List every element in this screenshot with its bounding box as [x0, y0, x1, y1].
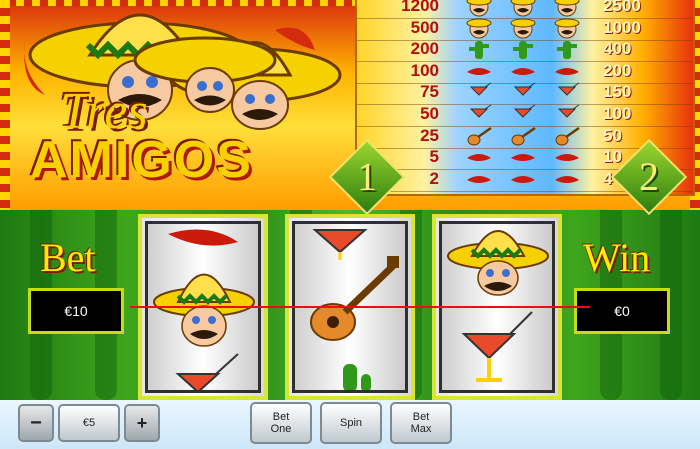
paytable-row: 500 1000	[357, 18, 693, 41]
bet-max-label-2: Max	[410, 423, 432, 435]
amigo-icon	[554, 0, 580, 17]
paytable-symbols	[449, 39, 597, 61]
win-display: €0	[574, 288, 670, 334]
cocktail-icon	[469, 104, 492, 118]
bet-max-label-1: Bet	[412, 411, 430, 423]
pepper-icon	[467, 67, 491, 75]
paytable-symbols	[449, 0, 597, 18]
paytable-symbols	[449, 147, 597, 169]
coin-value-display: €5	[58, 404, 120, 442]
paytable-line1-payout: 500	[410, 17, 439, 37]
amigo-icon	[153, 273, 255, 347]
pepper-icon	[555, 175, 579, 183]
guitar-icon	[511, 126, 536, 146]
paytable-line1-payout: 1200	[401, 0, 439, 15]
cocktail-icon	[469, 82, 492, 97]
amigo-icon	[554, 18, 580, 39]
cocktail-icon	[513, 82, 536, 97]
guitar-icon	[467, 126, 492, 146]
amigo-icon	[466, 0, 492, 17]
decrease-coin-button[interactable]: −	[18, 404, 54, 442]
cactus-icon	[557, 41, 577, 60]
coin-value-label: €5	[82, 417, 96, 429]
plus-icon: +	[136, 413, 148, 433]
cactus-icon	[343, 364, 371, 390]
spin-button[interactable]: Spin	[320, 402, 382, 444]
pepper-icon	[555, 67, 579, 75]
paytable-line1-payout: 100	[410, 60, 439, 80]
paytable-row: 200 400	[357, 39, 693, 63]
paytable-line2-payout: 1000	[603, 17, 641, 37]
bet-one-label-1: Bet	[272, 411, 290, 423]
minus-icon: −	[30, 412, 42, 434]
paytable-symbols	[449, 104, 597, 126]
cocktail-icon	[175, 353, 239, 390]
win-label: Win	[583, 235, 651, 280]
guitar-icon	[555, 126, 580, 146]
guitar-icon	[310, 256, 399, 341]
amigo-icon	[510, 0, 536, 17]
paytable-line1-payout: 75	[420, 82, 439, 102]
cactus-icon	[513, 41, 533, 60]
amigo-icon	[447, 230, 549, 296]
bet-label: Bet	[40, 235, 96, 280]
pepper-icon	[511, 175, 535, 183]
amigo-icon	[466, 18, 492, 39]
paytable-symbols	[449, 169, 597, 191]
bet-max-button[interactable]: Bet Max	[390, 402, 452, 444]
paytable-symbols	[449, 126, 597, 148]
bet-one-label-2: One	[270, 423, 292, 435]
paytable-line2-payout: 400	[603, 39, 632, 59]
pepper-icon	[511, 154, 535, 162]
amigo-icon	[510, 18, 536, 39]
bet-display: €10	[28, 288, 124, 334]
pepper-icon	[511, 67, 535, 75]
cocktail-icon	[513, 104, 536, 118]
header-border-left	[0, 0, 10, 210]
cocktail-icon	[461, 311, 533, 382]
cocktail-icon	[557, 104, 580, 118]
paytable-line2-payout: 100	[603, 104, 632, 123]
paytable-line1-payout: 50	[420, 104, 439, 123]
paytable-row: 1200 2500	[357, 0, 693, 19]
game-logo: Tres AMIGOS	[20, 0, 350, 210]
paytable-symbols	[449, 82, 597, 104]
paytable-line2-payout: 2500	[603, 0, 641, 15]
paytable-line2-payout: 150	[603, 82, 632, 102]
line-one-label: 1	[357, 154, 377, 199]
cocktail-icon	[557, 82, 580, 97]
control-bar: − €5 + Bet One Spin Bet Max	[0, 400, 700, 449]
pepper-icon	[467, 175, 491, 183]
game-header: Tres AMIGOS 1200 2500 500 1000 200 400 100 200 7…	[0, 0, 700, 216]
pepper-icon	[467, 154, 491, 162]
paytable-row: 75 150	[357, 82, 693, 106]
payline	[130, 306, 590, 308]
spin-label: Spin	[339, 417, 363, 429]
paytable-line1-payout: 200	[410, 39, 439, 59]
pepper-icon	[168, 229, 238, 246]
paytable-symbols	[449, 61, 597, 83]
paytable-row: 50 100	[357, 104, 693, 127]
paytable-symbols	[449, 18, 597, 40]
line-two-label: 2	[639, 154, 659, 199]
pepper-icon	[555, 154, 579, 162]
paytable-row: 100 200	[357, 61, 693, 84]
paytable-line2-payout: 200	[603, 60, 632, 80]
logo-title-amigos: AMIGOS	[30, 131, 253, 189]
cocktail-icon	[312, 229, 368, 260]
cactus-icon	[469, 41, 489, 60]
increase-coin-button[interactable]: +	[124, 404, 160, 442]
bet-one-button[interactable]: Bet One	[250, 402, 312, 444]
